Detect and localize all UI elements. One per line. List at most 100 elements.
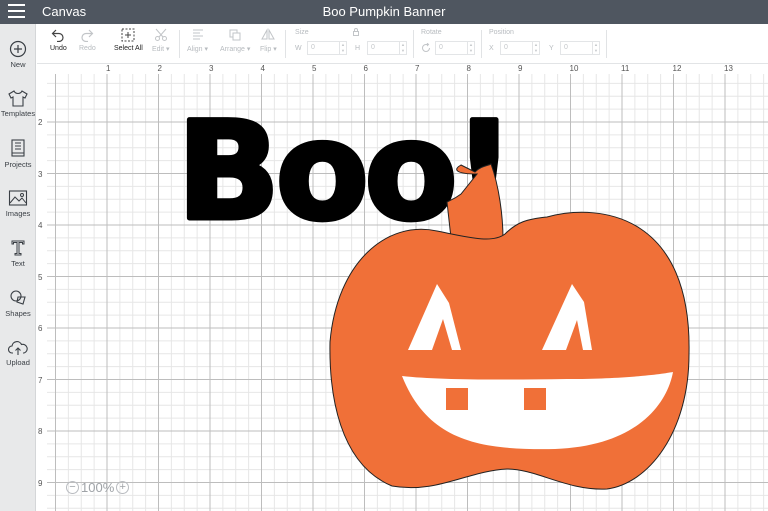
select-all-label: Select All — [114, 45, 143, 52]
ruler-top-tick: 11 — [621, 64, 630, 73]
align-icon — [192, 29, 203, 40]
rotate-icon — [422, 43, 430, 52]
ruler-top-tick: 8 — [466, 64, 471, 73]
sidebar-item-label: New — [10, 60, 26, 69]
design-canvas[interactable]: Boo! — [47, 74, 768, 511]
width-label: W — [295, 45, 302, 52]
zoom-in-button[interactable]: + — [116, 481, 130, 495]
sidebar: New Templates Projects Images Text Shape… — [0, 24, 36, 511]
y-field[interactable]: 0 ▲ ▼ — [560, 41, 600, 55]
sidebar-item-label: Shapes — [5, 309, 31, 318]
edit-button[interactable]: Edit ▾ — [152, 28, 170, 53]
zoom-value: 100% — [81, 480, 115, 496]
edit-label: Edit ▾ — [152, 46, 170, 53]
flip-icon — [261, 28, 276, 40]
scissors-icon — [154, 28, 167, 41]
ruler-top-tick: 13 — [724, 64, 733, 73]
ruler-left-tick: 9 — [38, 478, 43, 488]
undo-icon — [52, 29, 64, 42]
sidebar-item-shapes[interactable]: Shapes — [0, 289, 36, 318]
redo-button[interactable]: Redo — [79, 28, 96, 52]
align-button[interactable]: Align ▾ — [187, 28, 208, 53]
ruler-top-tick: 5 — [312, 64, 317, 73]
zoom-out-button[interactable]: − — [66, 481, 79, 495]
ruler-left-tick: 2 — [38, 118, 43, 127]
top-bar: Canvas Boo Pumpkin Banner — [0, 0, 768, 24]
zoom-control: −100% + — [66, 479, 130, 497]
x-label: X — [489, 45, 494, 52]
lock-icon[interactable] — [353, 28, 359, 36]
undo-button[interactable]: Undo — [50, 28, 67, 52]
ruler-left-tick: 8 — [38, 427, 43, 436]
divider — [606, 30, 607, 58]
sidebar-item-new[interactable]: New — [0, 40, 36, 69]
ruler-top-tick: 1 — [106, 64, 111, 73]
flip-label: Flip ▾ — [260, 46, 277, 53]
image-icon — [8, 190, 28, 206]
x-stepper[interactable]: ▲ ▼ — [532, 42, 539, 54]
position-label: Position — [489, 29, 514, 36]
document-title: Boo Pumpkin Banner — [322, 4, 446, 19]
divider — [413, 30, 414, 58]
ruler-left-tick: 4 — [38, 221, 43, 230]
y-label: Y — [549, 45, 554, 52]
ruler-top: 1 2 3 4 5 6 7 8 9 10 11 12 13 — [37, 64, 768, 74]
design-layer: Boo! — [175, 91, 690, 490]
sidebar-item-label: Text — [11, 259, 25, 268]
undo-label: Undo — [50, 45, 67, 52]
text-t-icon — [11, 240, 25, 256]
sidebar-item-images[interactable]: Images — [0, 189, 36, 218]
align-label: Align ▾ — [187, 46, 209, 53]
ruler-top-tick: 2 — [157, 64, 162, 73]
shirt-icon — [8, 90, 28, 107]
sidebar-item-upload[interactable]: Upload — [0, 340, 36, 367]
arrange-button[interactable]: Arrange ▾ — [220, 28, 250, 53]
projects-icon — [11, 139, 25, 157]
ruler-top-tick: 4 — [260, 64, 265, 73]
sidebar-item-label: Projects — [4, 160, 32, 169]
shapes-icon — [10, 290, 26, 305]
height-field[interactable]: 0 ▲ ▼ — [367, 41, 407, 55]
redo-label: Redo — [79, 45, 96, 52]
sidebar-item-projects[interactable]: Projects — [0, 138, 36, 169]
rotate-stepper[interactable]: ▲ ▼ — [467, 42, 474, 54]
ruler-top-tick: 9 — [518, 64, 523, 73]
redo-icon — [81, 29, 94, 42]
rotate-field[interactable]: 0 ▲ ▼ — [435, 41, 475, 55]
ruler-left-tick: 6 — [38, 324, 43, 333]
ruler-top-tick: 6 — [363, 64, 368, 73]
width-field[interactable]: 0 ▲ ▼ — [307, 41, 347, 55]
ruler-left-tick: 7 — [38, 375, 43, 385]
ruler-left: 2 3 4 5 6 7 8 9 — [37, 74, 47, 511]
sidebar-item-label: Upload — [6, 358, 30, 367]
sidebar-item-label: Templates — [0, 109, 36, 118]
divider — [179, 30, 180, 58]
select-all-icon — [121, 28, 135, 42]
divider — [285, 30, 286, 58]
pumpkin-tooth-right — [524, 388, 546, 410]
cloud-upload-icon — [8, 341, 28, 355]
ruler-top-tick: 3 — [209, 64, 214, 73]
toolbar: Undo Redo Select All Edit ▾ Align ▾ Arra… — [37, 24, 768, 64]
plus-circle-icon — [9, 40, 27, 58]
ruler-left-tick: 5 — [38, 272, 43, 282]
sidebar-item-text[interactable]: Text — [0, 239, 36, 268]
x-field[interactable]: 0 ▲ ▼ — [500, 41, 540, 55]
flip-button[interactable]: Flip ▾ — [260, 28, 277, 53]
arrange-icon — [229, 29, 241, 41]
width-stepper[interactable]: ▲ ▼ — [339, 42, 346, 54]
y-stepper[interactable]: ▲ ▼ — [592, 42, 599, 54]
sidebar-item-label: Images — [5, 209, 31, 218]
divider — [481, 30, 482, 58]
pumpkin-tooth-left — [446, 388, 468, 410]
size-label: Size — [295, 29, 309, 36]
height-stepper[interactable]: ▲ ▼ — [399, 42, 406, 54]
ruler-left-tick: 3 — [38, 169, 43, 179]
arrange-label: Arrange ▾ — [220, 46, 251, 53]
ruler-top-tick: 10 — [569, 64, 579, 73]
rotate-label: Rotate — [421, 29, 442, 36]
ruler-top-tick: 12 — [672, 64, 682, 73]
sidebar-item-templates[interactable]: Templates — [0, 89, 36, 118]
ruler-top-tick: 7 — [415, 64, 420, 73]
select-all-button[interactable]: Select All — [114, 28, 143, 52]
